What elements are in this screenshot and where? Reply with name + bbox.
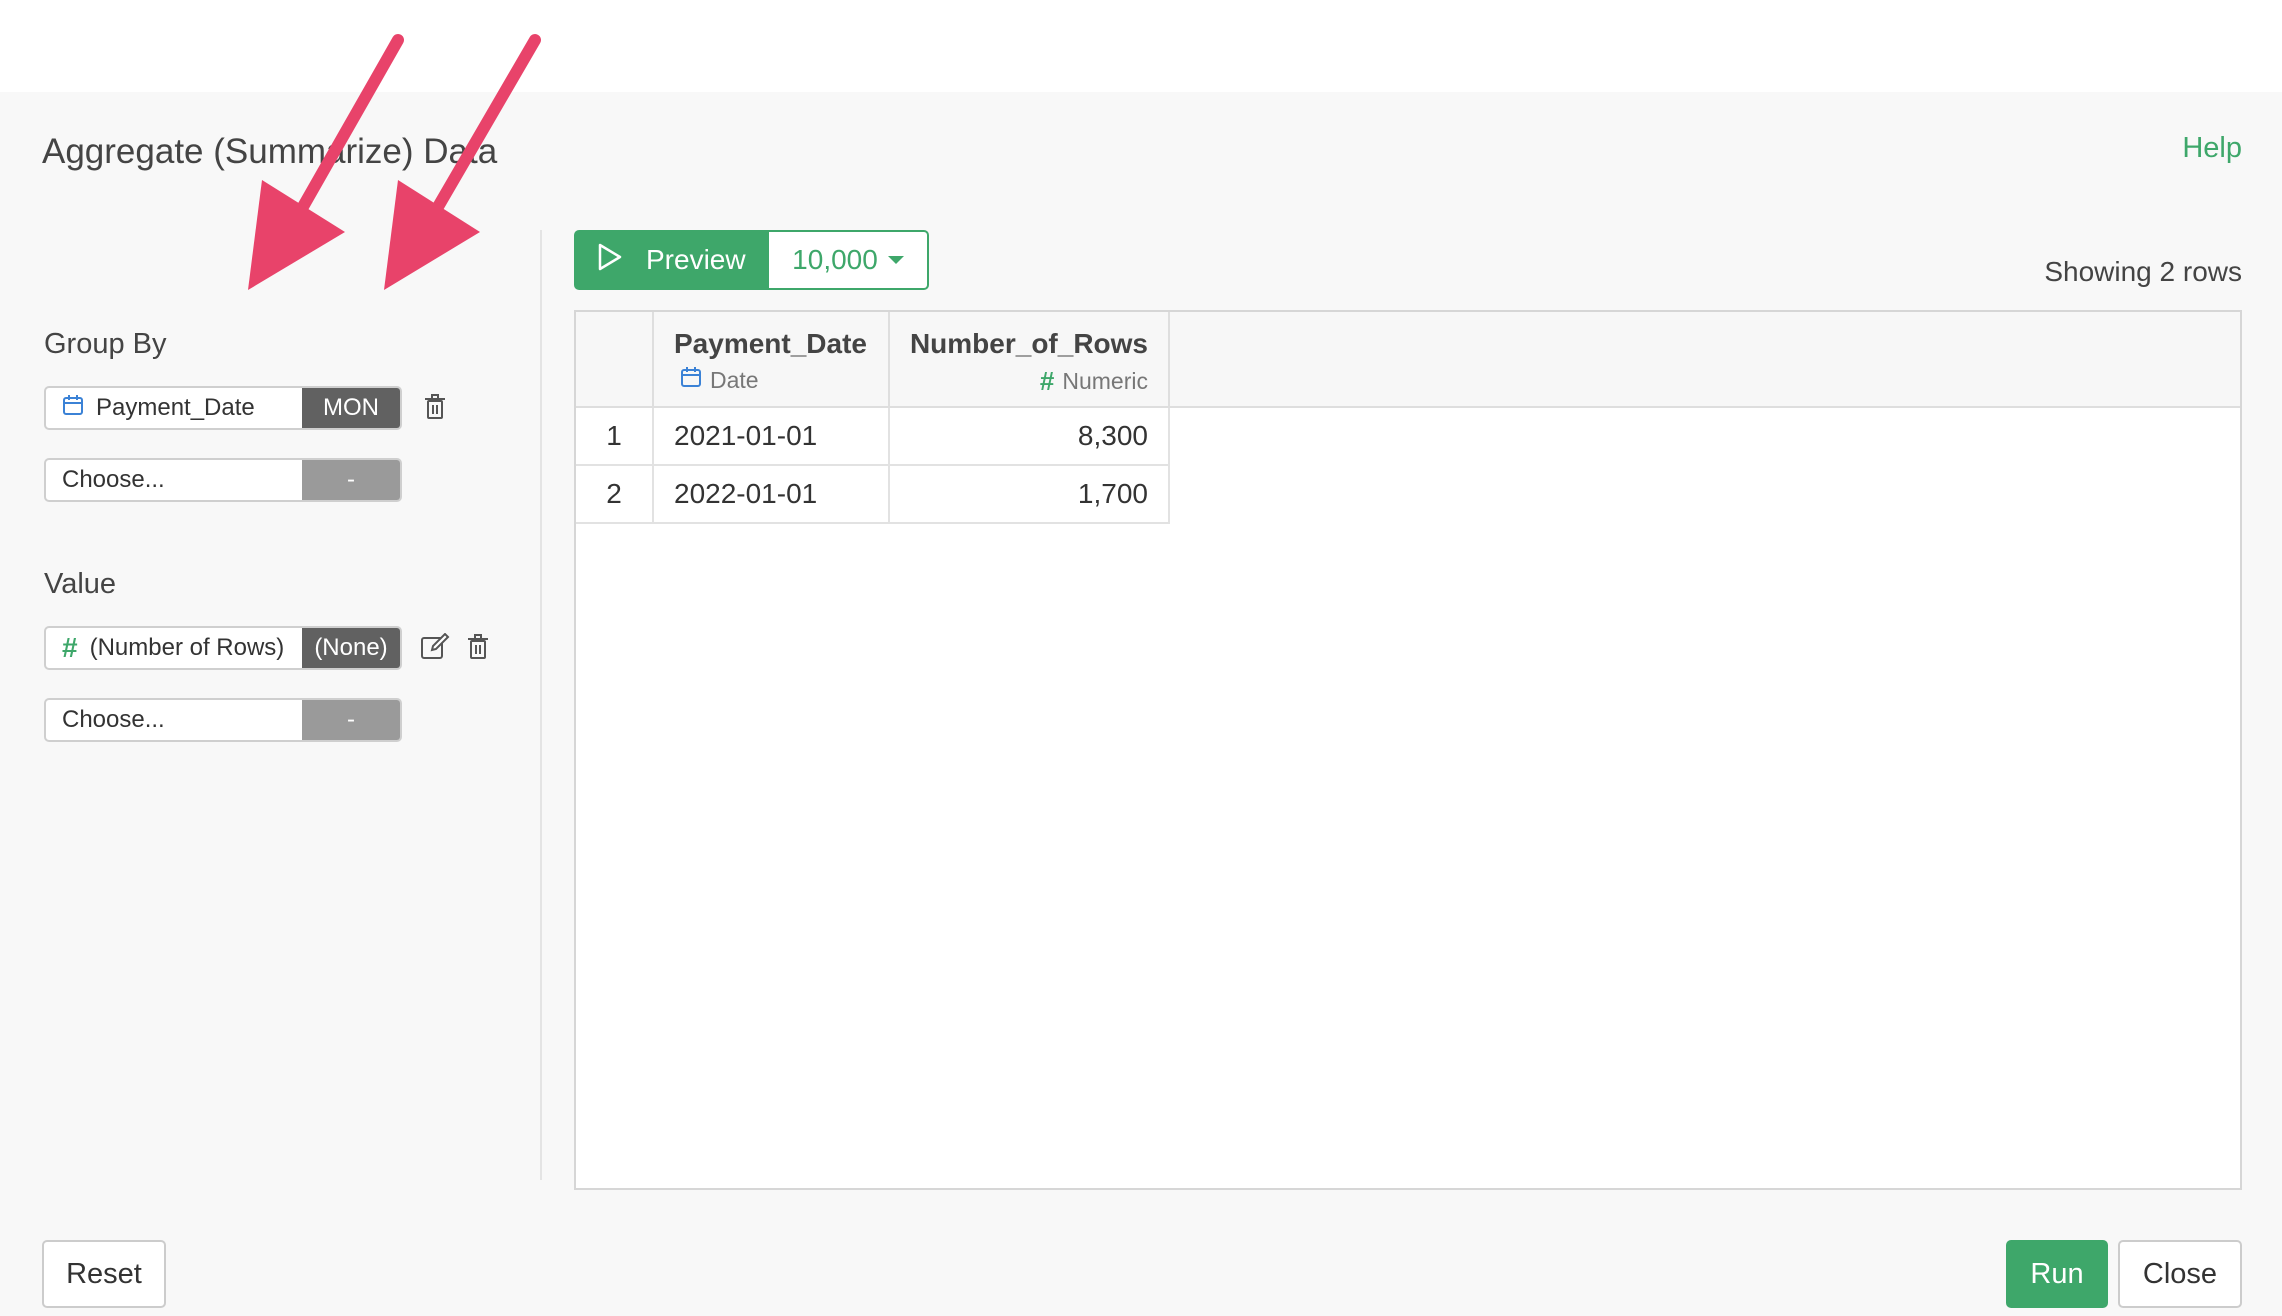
- trash-icon[interactable]: [463, 630, 493, 664]
- column-name: Number_of_Rows: [909, 328, 1148, 359]
- table-cell[interactable]: 2021-01-01: [654, 408, 890, 466]
- panel-divider: [540, 230, 542, 1180]
- column-type: Date: [680, 366, 759, 394]
- table-header: Payment_Date Date Number_of_Rows # Numer…: [576, 312, 2240, 408]
- run-button[interactable]: Run: [2006, 1240, 2108, 1308]
- table-cell[interactable]: 1,700: [890, 466, 1170, 524]
- value-field-2[interactable]: Choose...: [46, 700, 302, 740]
- column-name: Payment_Date: [674, 328, 867, 359]
- calendar-icon: [680, 366, 702, 394]
- value-selector-1[interactable]: # (Number of Rows) (None): [44, 626, 402, 670]
- value-op-2[interactable]: -: [302, 700, 400, 740]
- close-button[interactable]: Close: [2118, 1240, 2242, 1308]
- trash-icon[interactable]: [420, 390, 450, 424]
- group-by-selector-1[interactable]: Payment_Date MON: [44, 386, 402, 430]
- row-index: 2: [576, 466, 654, 524]
- edit-icon[interactable]: [420, 630, 450, 664]
- row-limit-value: 10,000: [792, 244, 878, 275]
- group-by-op-1[interactable]: MON: [302, 388, 400, 428]
- preview-label: Preview: [646, 244, 746, 275]
- value-label: Value: [44, 568, 117, 600]
- column-type: # Numeric: [1040, 366, 1148, 397]
- chevron-down-icon: [887, 256, 904, 264]
- group-by-field-name: Payment_Date: [96, 394, 255, 421]
- column-header-number-of-rows[interactable]: Number_of_Rows # Numeric: [890, 312, 1170, 408]
- table-cell[interactable]: 8,300: [890, 408, 1170, 466]
- index-header: [576, 312, 654, 408]
- calendar-icon: [62, 394, 84, 423]
- preview-button[interactable]: Preview: [574, 230, 769, 290]
- preview-table[interactable]: Payment_Date Date Number_of_Rows # Numer…: [574, 310, 2242, 1190]
- hash-icon: #: [62, 632, 78, 663]
- group-by-field-2[interactable]: Choose...: [46, 460, 302, 500]
- column-type-label: Numeric: [1062, 368, 1148, 394]
- group-by-field-1[interactable]: Payment_Date: [46, 388, 302, 428]
- value-field-1[interactable]: # (Number of Rows): [46, 628, 302, 668]
- reset-button[interactable]: Reset: [42, 1240, 166, 1308]
- preview-controls: Preview 10,000: [574, 230, 929, 290]
- row-count-status: Showing 2 rows: [2044, 256, 2242, 287]
- row-limit-dropdown[interactable]: 10,000: [769, 230, 929, 290]
- row-index: 1: [576, 408, 654, 466]
- hash-icon: #: [1039, 366, 1055, 396]
- column-header-payment-date[interactable]: Payment_Date Date: [654, 312, 890, 408]
- group-by-selector-2[interactable]: Choose... -: [44, 458, 402, 502]
- table-cell[interactable]: 2022-01-01: [654, 466, 890, 524]
- play-icon: [596, 242, 624, 279]
- dialog-title: Aggregate (Summarize) Data: [42, 132, 498, 171]
- group-by-op-2[interactable]: -: [302, 460, 400, 500]
- value-op-1[interactable]: (None): [302, 628, 400, 668]
- group-by-label: Group By: [44, 328, 167, 360]
- value-selector-2[interactable]: Choose... -: [44, 698, 402, 742]
- help-link[interactable]: Help: [2182, 132, 2242, 165]
- aggregate-dialog: Aggregate (Summarize) Data Help Group By…: [0, 92, 2282, 1316]
- value-field-name: (Number of Rows): [89, 634, 285, 661]
- column-type-label: Date: [710, 366, 759, 393]
